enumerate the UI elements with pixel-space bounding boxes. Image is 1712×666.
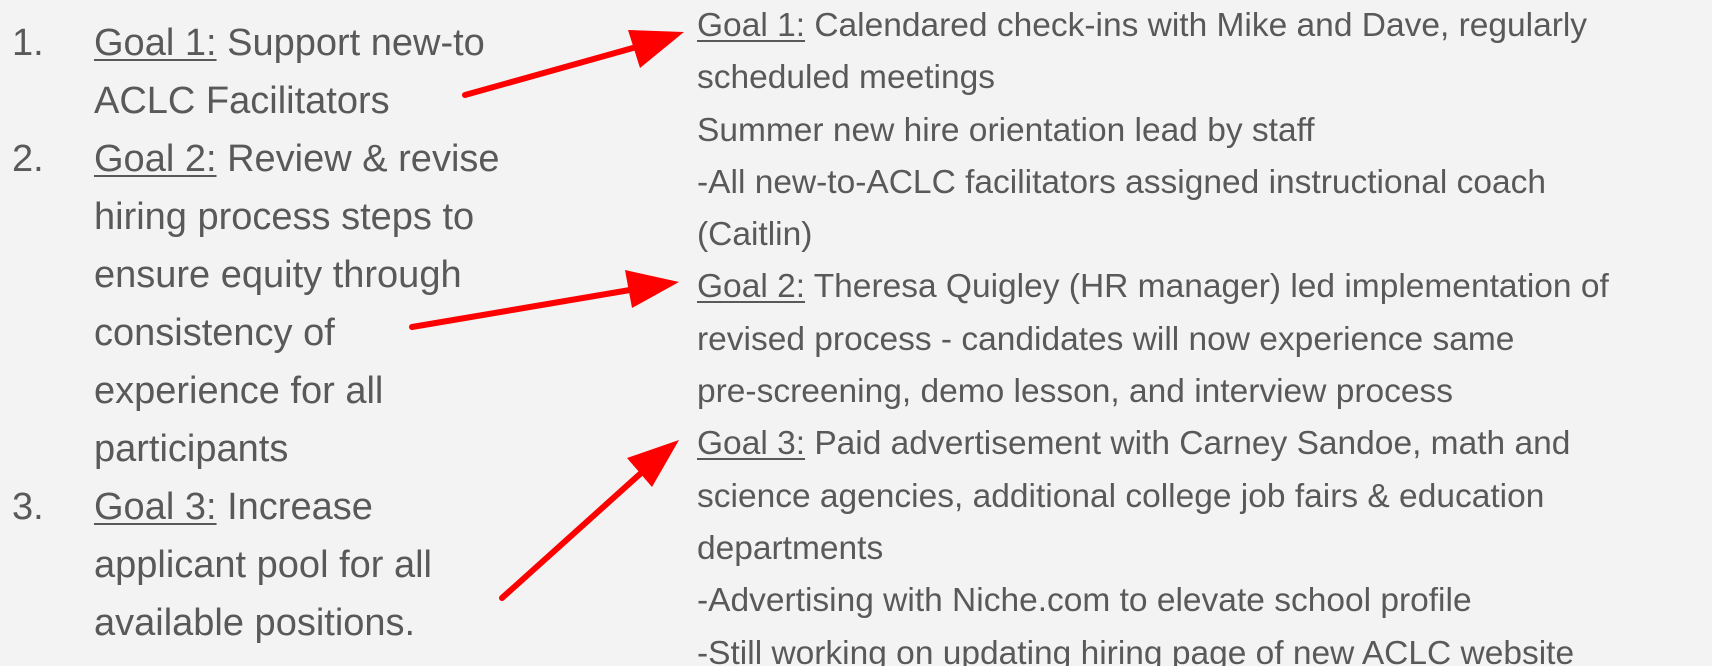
outcome-line: science agencies, additional college job… bbox=[697, 477, 1545, 515]
goal-text: participants bbox=[94, 428, 289, 470]
goal-number: 2. bbox=[12, 138, 44, 180]
outcome-line: scheduled meetings bbox=[697, 59, 995, 97]
goal-label: Goal 2: bbox=[94, 138, 217, 180]
outcome-line: departments bbox=[697, 529, 884, 567]
outcomes-text: Goal 1: Calendared check-ins with Mike a… bbox=[697, 0, 1705, 666]
goal-item-1: 1. Goal 1: Support new-to ACLC Facilitat… bbox=[0, 14, 560, 130]
outcome-line: -Advertising with Niche.com to elevate s… bbox=[697, 582, 1472, 620]
goal-item-2: 2. Goal 2: Review & revise hiring proces… bbox=[0, 130, 560, 478]
outcome-text: Paid advertisement with Carney Sandoe, m… bbox=[805, 425, 1571, 463]
outcome-line: -Still working on updating hiring page o… bbox=[697, 634, 1575, 666]
outcome-line: Goal 1: Calendared check-ins with Mike a… bbox=[697, 0, 1705, 52]
goal-text: consistency of bbox=[94, 312, 335, 354]
outcome-text: Calendared check-ins with Mike and Dave,… bbox=[805, 7, 1588, 44]
goal-text: Review & revise bbox=[227, 138, 500, 180]
outcome-line: (Caitlin) bbox=[697, 216, 813, 254]
outcome-goal-label: Goal 2: bbox=[697, 268, 806, 306]
goal-text: available positions. bbox=[94, 602, 416, 644]
outcome-line: pre-screening, demo lesson, and intervie… bbox=[697, 373, 1453, 411]
goal-label: Goal 3: bbox=[94, 486, 217, 528]
goal-label: Goal 1: bbox=[94, 22, 217, 64]
goal-text: applicant pool for all bbox=[94, 544, 432, 586]
outcome-line: Summer new hire orientation lead by staf… bbox=[697, 111, 1315, 149]
outcome-text: Theresa Quigley (HR manager) led impleme… bbox=[805, 268, 1609, 306]
goal-number: 1. bbox=[12, 22, 44, 64]
goal-text: Support new-to bbox=[227, 22, 485, 64]
goal-number: 3. bbox=[12, 486, 44, 528]
goals-list: 1. Goal 1: Support new-to ACLC Facilitat… bbox=[0, 14, 560, 652]
goal-item-3: 3. Goal 3: Increase applicant pool for a… bbox=[0, 478, 560, 652]
outcome-line: revised process - candidates will now ex… bbox=[697, 320, 1515, 358]
outcome-goal-label: Goal 3: bbox=[697, 425, 806, 463]
goal-text: Increase bbox=[227, 486, 373, 528]
outcome-line: Goal 2: Theresa Quigley (HR manager) led… bbox=[697, 261, 1705, 313]
outcome-line: -All new-to-ACLC facilitators assigned i… bbox=[697, 163, 1547, 201]
outcome-goal-label: Goal 1: bbox=[697, 7, 806, 44]
goal-text: hiring process steps to bbox=[94, 196, 475, 238]
goal-text: experience for all bbox=[94, 370, 384, 412]
goal-text: ensure equity through bbox=[94, 254, 462, 296]
outcome-line: Goal 3: Paid advertisement with Carney S… bbox=[697, 418, 1705, 470]
goal-text: ACLC Facilitators bbox=[94, 80, 390, 122]
